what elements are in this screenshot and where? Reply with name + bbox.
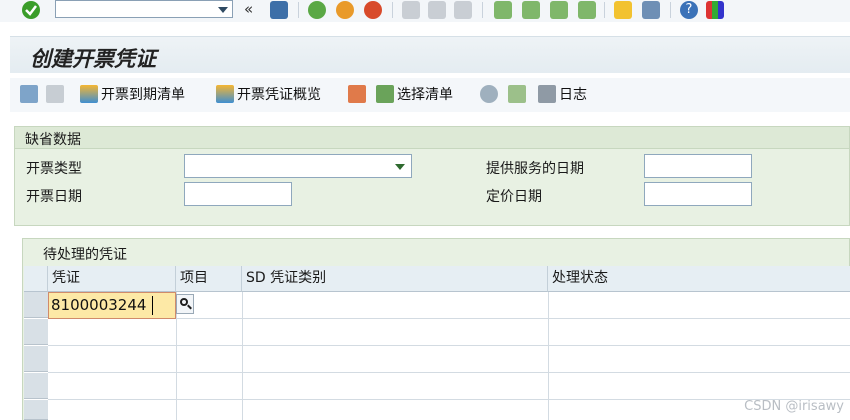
document-number-value: 8100003244	[51, 296, 147, 314]
document-number-input[interactable]: 8100003244	[48, 292, 176, 319]
previous-page-icon[interactable]	[522, 1, 540, 19]
table-row[interactable]	[48, 346, 850, 373]
value-help-button[interactable]	[176, 294, 194, 314]
print-icon[interactable]	[402, 1, 420, 19]
row-selector[interactable]	[24, 400, 48, 420]
billing-type-label: 开票类型	[26, 161, 82, 177]
clock-check-icon	[480, 85, 498, 103]
log-button[interactable]: 日志	[538, 84, 587, 104]
log-label: 日志	[559, 87, 587, 103]
column-header-item[interactable]: 项目	[176, 266, 242, 292]
last-page-icon[interactable]	[578, 1, 596, 19]
next-page-icon[interactable]	[550, 1, 568, 19]
chevron-down-icon[interactable]	[395, 164, 405, 170]
help-icon[interactable]: ?	[680, 1, 698, 19]
billing-doc-overview-label: 开票凭证概览	[237, 87, 321, 103]
pricing-date-input[interactable]	[644, 182, 752, 206]
column-header-processing-status[interactable]: 处理状态	[548, 266, 850, 292]
billing-type-select[interactable]	[184, 154, 412, 178]
application-toolbar: 开票到期清单 开票凭证概览 选择清单 日志	[10, 78, 850, 112]
glasses-icon-button[interactable]	[46, 84, 67, 104]
glasses-icon	[46, 85, 64, 103]
clock-check-icon-button[interactable]	[480, 84, 501, 104]
billing-date-label: 开票日期	[26, 189, 82, 205]
table-row[interactable]	[48, 319, 850, 346]
billing-due-list-label: 开票到期清单	[101, 87, 185, 103]
column-header-document[interactable]: 凭证	[48, 266, 176, 292]
system-toolbar: « ?	[0, 0, 850, 22]
pending-documents-table: 凭证 项目 SD 凭证类别 处理状态	[24, 266, 850, 420]
chevron-down-icon[interactable]	[218, 7, 228, 13]
enter-check-icon[interactable]	[22, 1, 40, 19]
exit-icon[interactable]	[336, 1, 354, 19]
select-list-button[interactable]: 选择清单	[376, 84, 453, 104]
cancel-icon[interactable]	[364, 1, 382, 19]
calendar-icon-button[interactable]	[348, 84, 369, 104]
billing-due-list-button[interactable]: 开票到期清单	[80, 84, 185, 104]
text-cursor	[152, 296, 153, 315]
customize-layout-icon[interactable]	[706, 1, 724, 19]
command-field[interactable]	[55, 0, 233, 18]
row-selector[interactable]	[24, 319, 48, 345]
calendar-icon	[348, 85, 366, 103]
row-selector[interactable]	[24, 373, 48, 399]
service-date-label: 提供服务的日期	[486, 161, 584, 177]
billing-date-input[interactable]	[184, 182, 292, 206]
page-title: 创建开票凭证	[30, 47, 156, 71]
mountain-sun-icon	[80, 85, 98, 103]
edit-pencil-icon	[20, 85, 38, 103]
select-list-icon	[376, 85, 394, 103]
table-row[interactable]	[48, 373, 850, 400]
first-page-icon[interactable]	[494, 1, 512, 19]
find-icon[interactable]	[428, 1, 446, 19]
save-icon[interactable]	[270, 1, 288, 19]
watermark: CSDN @irisawy	[744, 399, 844, 414]
service-date-input[interactable]	[644, 154, 752, 178]
list-add-icon	[508, 85, 526, 103]
add-entry-icon-button[interactable]	[508, 84, 529, 104]
edit-icon-button[interactable]	[20, 84, 41, 104]
pricing-date-label: 定价日期	[486, 189, 542, 205]
select-all-cell[interactable]	[24, 266, 48, 292]
select-list-label: 选择清单	[397, 87, 453, 103]
shortcut-icon[interactable]	[642, 1, 660, 19]
title-bar: 创建开票凭证	[10, 36, 850, 73]
row-selector[interactable]	[24, 292, 48, 318]
table-log-icon	[538, 85, 556, 103]
mountain-sun-icon	[216, 85, 234, 103]
default-data-header: 缺省数据	[25, 132, 81, 148]
column-header-sd-doc-category[interactable]: SD 凭证类别	[242, 266, 548, 292]
find-next-icon[interactable]	[454, 1, 472, 19]
pending-documents-header: 待处理的凭证	[43, 247, 127, 263]
new-session-icon[interactable]	[614, 1, 632, 19]
back-icon[interactable]	[308, 1, 326, 19]
billing-doc-overview-button[interactable]: 开票凭证概览	[216, 84, 321, 104]
row-selector[interactable]	[24, 346, 48, 372]
double-chevron-left-icon[interactable]: «	[244, 1, 262, 19]
